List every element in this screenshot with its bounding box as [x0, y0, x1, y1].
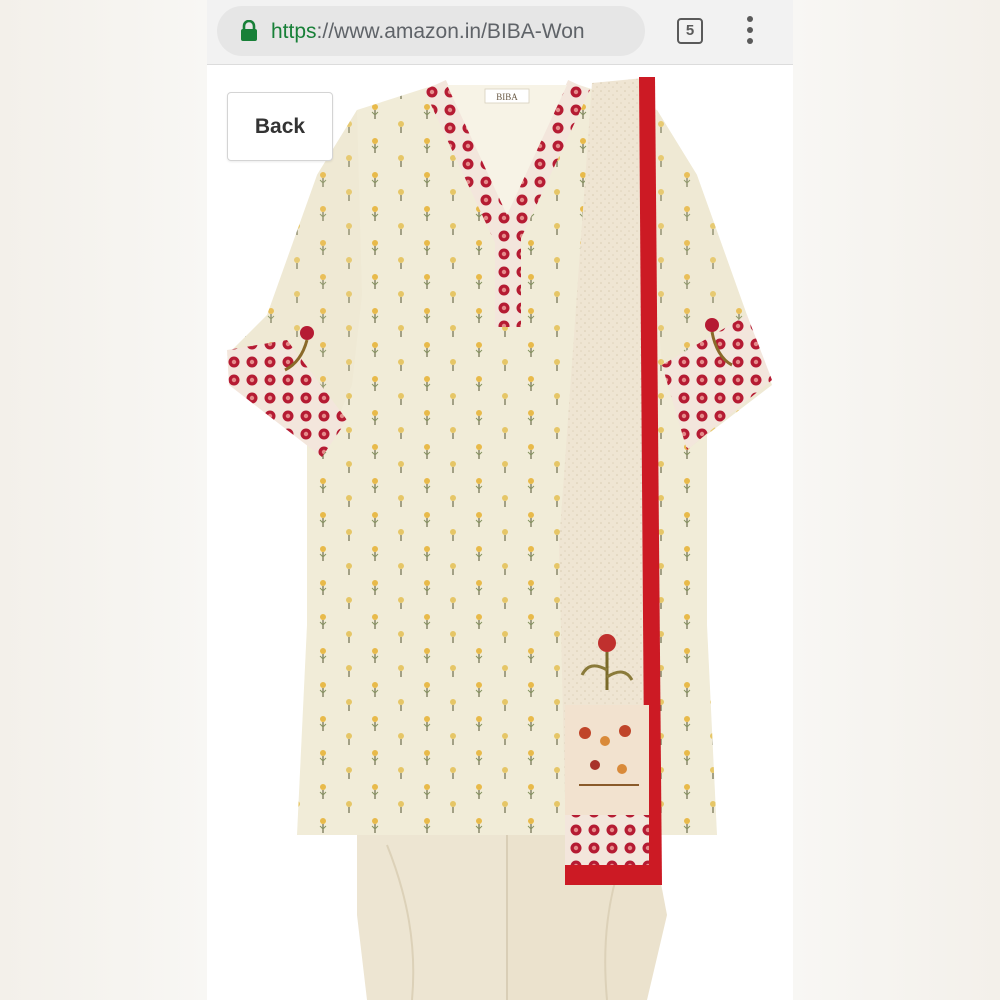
brand-tag-text: BIBA [496, 92, 518, 102]
url-path: ://www.amazon.in/BIBA-Won [316, 20, 585, 43]
address-bar[interactable]: https://www.amazon.in/BIBA-Won [217, 6, 645, 56]
browser-toolbar: https://www.amazon.in/BIBA-Won 5 [207, 0, 793, 65]
blurred-right-margin [793, 0, 1000, 1000]
page-content: BIBA Back [207, 65, 793, 1000]
url-text: https://www.amazon.in/BIBA-Won [271, 20, 641, 44]
lock-icon [241, 20, 257, 41]
url-scheme: https [271, 20, 317, 43]
tab-switcher-button[interactable]: 5 [677, 18, 703, 44]
back-button[interactable]: Back [227, 92, 333, 161]
blurred-left-margin [0, 0, 207, 1000]
kurta [227, 79, 772, 835]
product-image[interactable]: BIBA [207, 65, 793, 1000]
phone-screen: https://www.amazon.in/BIBA-Won 5 BIBA Ba… [207, 0, 793, 1000]
overflow-menu-icon[interactable] [747, 16, 753, 44]
